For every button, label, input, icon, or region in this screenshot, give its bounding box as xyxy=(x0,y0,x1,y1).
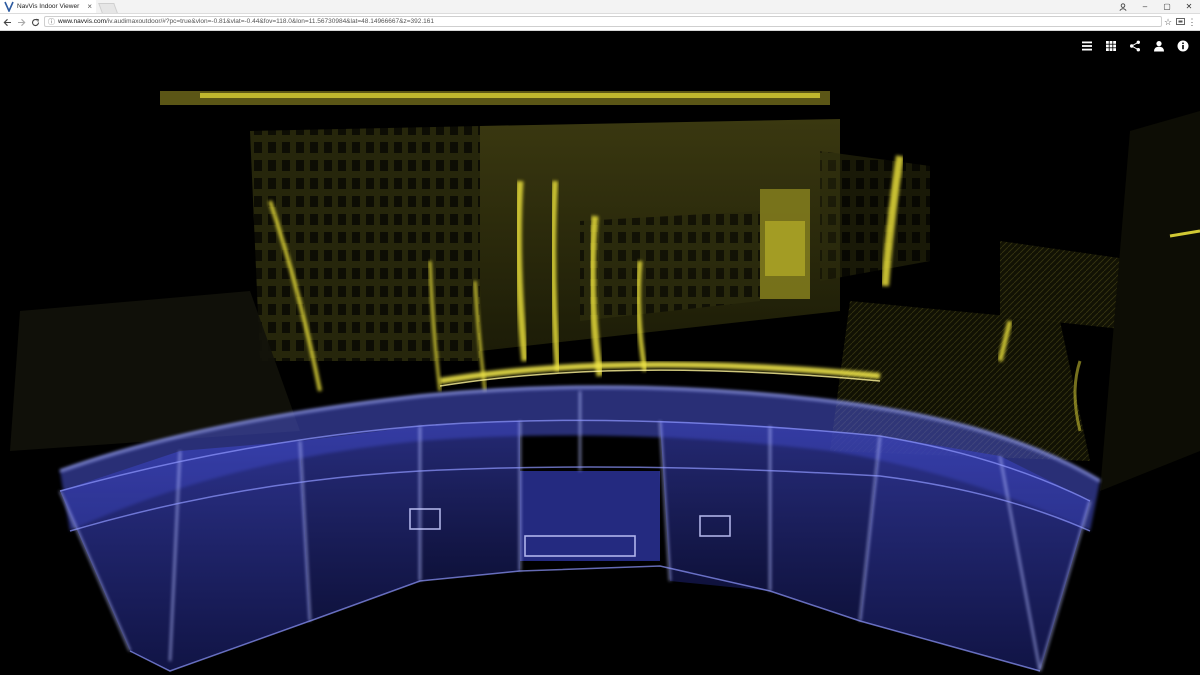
user-icon[interactable] xyxy=(1148,37,1170,55)
window-controls: – ▢ ✕ xyxy=(1112,0,1200,13)
viewer-toolbar xyxy=(1076,37,1194,55)
address-bar[interactable]: ⓘ www.navvis.com/iv.audimaxoutdoor/#?pc=… xyxy=(44,16,1162,27)
tab-strip: NavVis Indoor Viewer × – ▢ ✕ xyxy=(0,0,1200,14)
new-tab-button[interactable] xyxy=(98,3,118,13)
info-icon[interactable] xyxy=(1172,37,1194,55)
browser-window: NavVis Indoor Viewer × – ▢ ✕ ⓘ www.navvi… xyxy=(0,0,1200,675)
menu-icon[interactable]: ⋮ xyxy=(1186,15,1198,29)
terrace-railing xyxy=(439,361,881,387)
grid-icon[interactable] xyxy=(1100,37,1122,55)
layers-icon[interactable] xyxy=(1076,37,1098,55)
point-cloud-viewer[interactable] xyxy=(0,31,1200,675)
url-text: www.navvis.com/iv.audimaxoutdoor/#?pc=tr… xyxy=(58,18,434,25)
close-window-button[interactable]: ✕ xyxy=(1178,0,1200,13)
active-tab[interactable]: NavVis Indoor Viewer × xyxy=(0,0,96,13)
site-info-icon[interactable]: ⓘ xyxy=(48,17,55,27)
tab-title: NavVis Indoor Viewer xyxy=(17,3,80,10)
navvis-logo-icon xyxy=(4,1,14,12)
toolbar-right: ☆ ⋮ xyxy=(1162,15,1198,29)
url-host: www.navvis.com xyxy=(58,18,107,25)
reload-icon[interactable] xyxy=(28,15,42,29)
bookmark-star-icon[interactable]: ☆ xyxy=(1162,15,1174,29)
audimax-building xyxy=(59,385,1101,672)
point-cloud-scene[interactable] xyxy=(0,31,1200,675)
maximize-button[interactable]: ▢ xyxy=(1156,0,1178,13)
share-icon[interactable] xyxy=(1124,37,1146,55)
minimize-button[interactable]: – xyxy=(1134,0,1156,13)
forward-arrow-icon[interactable] xyxy=(14,15,28,29)
back-arrow-icon[interactable] xyxy=(0,15,14,29)
cast-icon[interactable] xyxy=(1174,15,1186,29)
browser-toolbar: ⓘ www.navvis.com/iv.audimaxoutdoor/#?pc=… xyxy=(0,14,1200,31)
profile-icon[interactable] xyxy=(1112,0,1134,13)
tab-close-icon[interactable]: × xyxy=(87,2,92,11)
url-path: /iv.audimaxoutdoor/#?pc=true&vlon=-0.81&… xyxy=(106,18,435,25)
